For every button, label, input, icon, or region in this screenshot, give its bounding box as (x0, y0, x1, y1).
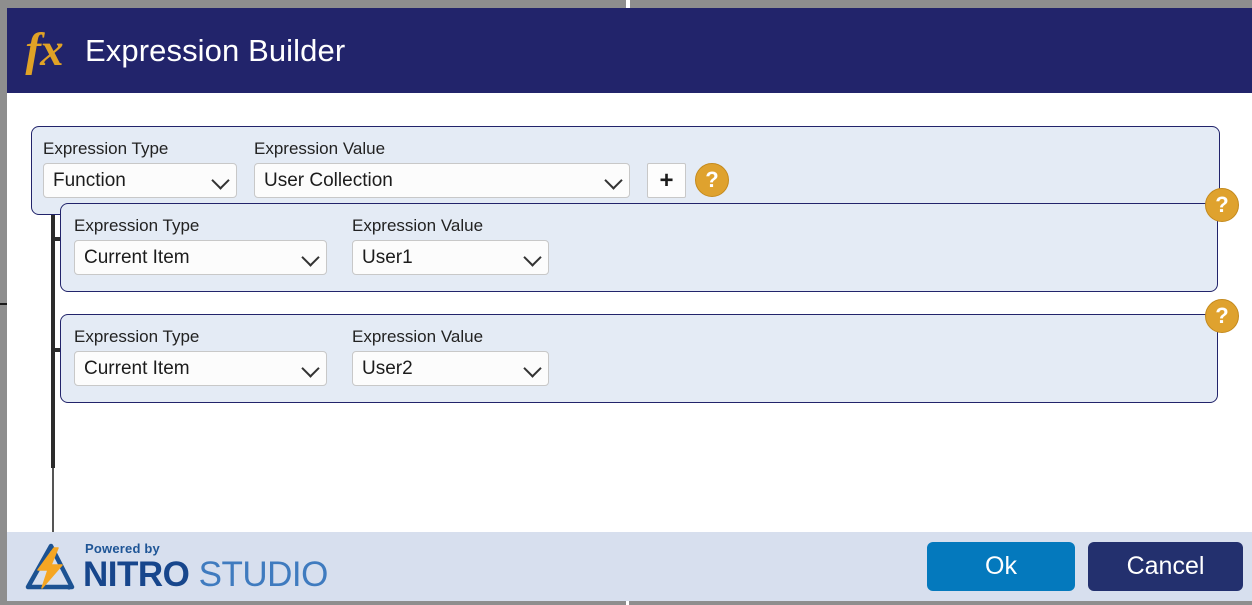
child-1-fields: Expression Type Current Item Expression … (74, 216, 549, 275)
brand-secondary: STUDIO (189, 554, 329, 594)
dialog-footer: Powered by NITRO STUDIO Ok Cancel (7, 532, 1252, 601)
help-icon[interactable]: ? (1205, 188, 1239, 222)
child-2-expression-type-select[interactable]: Current Item (74, 351, 327, 386)
expression-node-root: Expression Type Function Expression Valu… (31, 126, 1220, 215)
root-expression-value-value: User Collection (264, 169, 393, 191)
add-expression-button[interactable]: + (647, 163, 686, 198)
nitro-studio-logo: Powered by NITRO STUDIO (24, 542, 328, 592)
child-1-expression-value-select[interactable]: User1 (352, 240, 549, 275)
expression-builder-window: fx Expression Builder Expression Type Fu… (0, 0, 1252, 605)
root-help-group: ? (695, 139, 729, 197)
child-2-expression-value-select[interactable]: User2 (352, 351, 549, 386)
tree-trunk-line-extension (52, 468, 54, 536)
dialog-title-bar: fx Expression Builder (7, 8, 1252, 93)
chevron-down-icon (604, 170, 623, 190)
root-expression-value-select[interactable]: User Collection (254, 163, 630, 198)
root-expression-type-value: Function (53, 169, 126, 191)
child-1-expression-type-label: Expression Type (74, 216, 200, 235)
window-chrome-top-notch (626, 0, 630, 8)
child-1-expression-value-value: User1 (362, 246, 413, 268)
window-chrome-bottom-notch (626, 601, 629, 605)
root-expression-value-group: Expression Value User Collection (254, 139, 630, 198)
child-1-expression-type-select[interactable]: Current Item (74, 240, 327, 275)
expression-tree-area: Expression Type Function Expression Valu… (7, 93, 1252, 536)
root-node-fields: Expression Type Function Expression Valu… (43, 139, 729, 198)
powered-by-label: Powered by (85, 540, 160, 556)
child-2-expression-value-value: User2 (362, 357, 413, 379)
brand-name: NITRO STUDIO (83, 557, 328, 592)
child-2-expression-value-group: Expression Value User2 (352, 327, 549, 386)
child-1-expression-type-group: Expression Type Current Item (74, 216, 327, 275)
cancel-button[interactable]: Cancel (1088, 542, 1243, 591)
child-2-fields: Expression Type Current Item Expression … (74, 327, 549, 386)
window-chrome-left (0, 8, 7, 605)
chevron-down-icon (523, 358, 542, 378)
root-expression-type-label: Expression Type (43, 139, 169, 158)
help-icon[interactable]: ? (695, 163, 729, 197)
tree-trunk-line (51, 215, 55, 468)
child-2-expression-type-label: Expression Type (74, 327, 200, 346)
chevron-down-icon (211, 170, 230, 190)
root-expression-type-select[interactable]: Function (43, 163, 237, 198)
root-expression-value-label: Expression Value (254, 139, 386, 158)
footer-action-buttons: Ok Cancel (927, 542, 1243, 591)
ok-button[interactable]: Ok (927, 542, 1075, 591)
child-2-expression-type-group: Expression Type Current Item (74, 327, 327, 386)
chevron-down-icon (523, 247, 542, 267)
help-icon[interactable]: ? (1205, 299, 1239, 333)
root-add-group: + (647, 139, 686, 198)
page-title: Expression Builder (85, 32, 346, 68)
chevron-down-icon (301, 358, 320, 378)
child-2-expression-type-value: Current Item (84, 357, 190, 379)
child-1-expression-type-value: Current Item (84, 246, 190, 268)
brand-primary: NITRO (83, 554, 190, 594)
nitro-wordmark: Powered by NITRO STUDIO (83, 542, 328, 592)
window-chrome-left-tick (0, 303, 7, 305)
child-1-expression-value-label: Expression Value (352, 216, 484, 235)
expression-node-child-1: Expression Type Current Item Expression … (60, 188, 1239, 292)
chevron-down-icon (301, 247, 320, 267)
fx-icon: fx (25, 24, 63, 76)
nitro-bolt-triangle-icon (24, 543, 76, 591)
child-2-expression-value-label: Expression Value (352, 327, 484, 346)
expression-node-child-2: Expression Type Current Item Expression … (60, 299, 1239, 403)
root-expression-type-group: Expression Type Function (43, 139, 237, 198)
child-1-expression-value-group: Expression Value User1 (352, 216, 549, 275)
